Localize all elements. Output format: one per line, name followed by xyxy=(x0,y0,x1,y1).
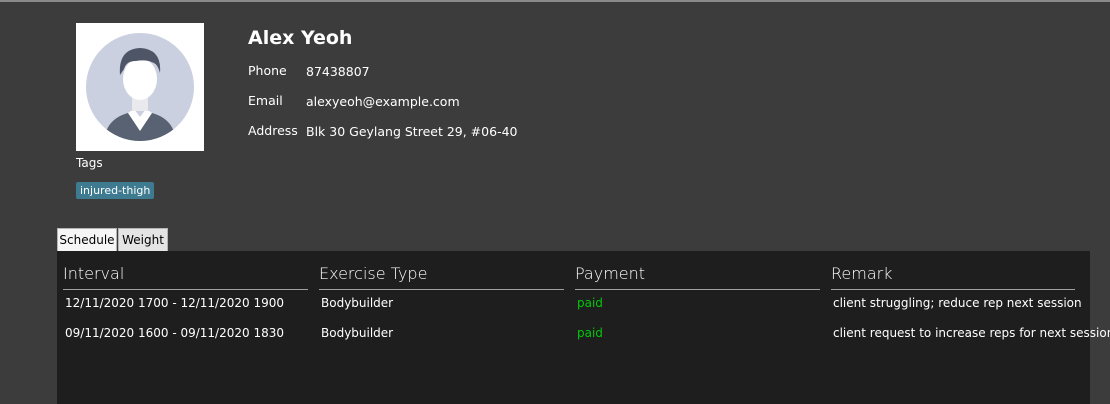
column-header-payment[interactable]: Payment xyxy=(575,264,820,290)
tags-label: Tags xyxy=(76,156,103,170)
row-1-exercise-type: Bodybuilder xyxy=(321,296,394,310)
address-value: Blk 30 Geylang Street 29, #06-40 xyxy=(306,124,518,139)
row-1-remark: client struggling; reduce rep next sessi… xyxy=(833,296,1082,310)
tag-chip-injured-thigh: injured-thigh xyxy=(76,182,155,199)
tab-weight[interactable]: Weight xyxy=(118,228,168,251)
column-header-interval[interactable]: Interval xyxy=(63,264,308,290)
phone-label: Phone xyxy=(248,63,287,78)
profile-photo xyxy=(76,23,204,151)
row-2-remark: client request to increase reps for next… xyxy=(833,326,1110,340)
person-name: Alex Yeoh xyxy=(248,27,353,49)
phone-value: 87438807 xyxy=(306,64,370,79)
column-header-remark[interactable]: Remark xyxy=(831,264,1075,290)
address-label: Address xyxy=(248,123,298,138)
row-2-exercise-type: Bodybuilder xyxy=(321,326,394,340)
column-header-exercise-type[interactable]: Exercise Type xyxy=(319,264,564,290)
row-2-interval: 09/11/2020 1600 - 09/11/2020 1830 xyxy=(65,326,284,340)
top-divider xyxy=(0,0,1110,2)
row-2-payment: paid xyxy=(577,326,603,340)
row-1-interval: 12/11/2020 1700 - 12/11/2020 1900 xyxy=(65,296,284,310)
row-1-payment: paid xyxy=(577,296,603,310)
email-label: Email xyxy=(248,93,283,108)
schedule-table: Interval Exercise Type Payment Remark 12… xyxy=(57,251,1110,404)
tab-schedule[interactable]: Schedule xyxy=(57,228,117,251)
email-value: alexyeoh@example.com xyxy=(306,94,460,109)
default-user-avatar-icon xyxy=(86,33,194,141)
